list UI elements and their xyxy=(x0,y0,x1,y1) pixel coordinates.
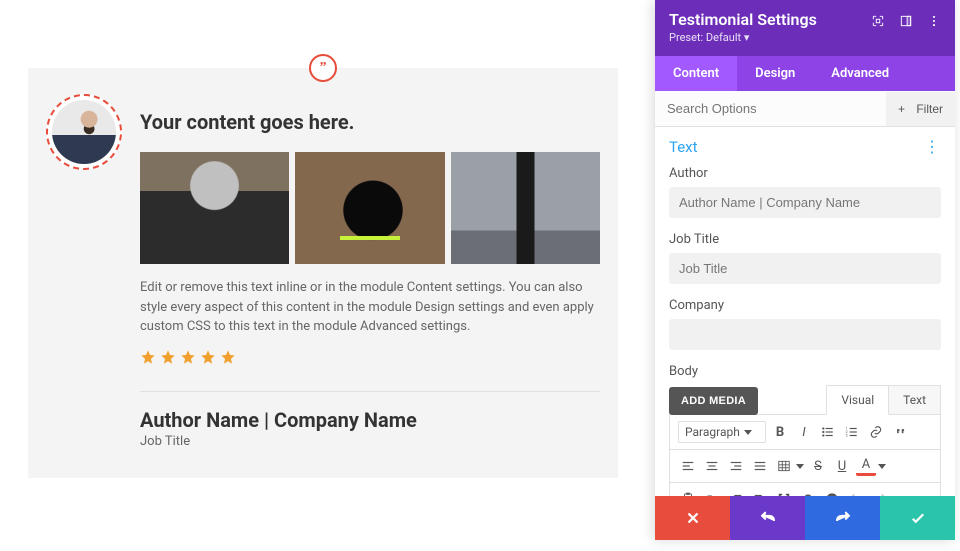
panel-actions xyxy=(655,496,955,540)
table-dropdown-icon[interactable] xyxy=(796,464,804,469)
gallery-image-2[interactable] xyxy=(295,152,444,264)
section-title[interactable]: Text xyxy=(669,138,698,156)
avatar-image xyxy=(52,100,116,164)
text-color-dropdown-icon[interactable] xyxy=(878,464,886,469)
redo-action-button[interactable] xyxy=(805,496,880,540)
redo-button[interactable] xyxy=(870,489,890,496)
align-left-button[interactable] xyxy=(678,456,698,476)
image-gallery xyxy=(140,152,600,264)
table-button[interactable] xyxy=(774,456,794,476)
clear-format-button[interactable]: T xyxy=(702,489,722,496)
italic-button[interactable]: I xyxy=(794,422,814,442)
fullscreen-button[interactable] xyxy=(774,489,794,496)
emoji-button[interactable] xyxy=(822,489,842,496)
tab-content[interactable]: Content xyxy=(655,56,737,91)
link-button[interactable] xyxy=(866,422,886,442)
undo-button[interactable] xyxy=(846,489,866,496)
gallery-image-1[interactable] xyxy=(140,152,289,264)
search-row: + Filter xyxy=(655,91,955,127)
underline-button[interactable]: U xyxy=(832,456,852,476)
blockquote-button[interactable] xyxy=(890,422,910,442)
body-field-label: Body xyxy=(669,364,941,379)
author-field-label: Author xyxy=(669,166,941,181)
editor-tab-visual[interactable]: Visual xyxy=(826,385,889,415)
tab-advanced[interactable]: Advanced xyxy=(813,56,907,91)
gallery-image-3[interactable] xyxy=(451,152,600,264)
bullet-list-button[interactable] xyxy=(818,422,838,442)
focus-icon[interactable] xyxy=(871,14,885,28)
paste-button[interactable] xyxy=(678,489,698,496)
tab-design[interactable]: Design xyxy=(737,56,813,91)
add-media-button[interactable]: ADD MEDIA xyxy=(669,387,758,415)
author-avatar[interactable] xyxy=(46,94,122,170)
company-field-label: Company xyxy=(669,298,941,313)
text-color-button[interactable]: A xyxy=(856,456,876,476)
outdent-button[interactable] xyxy=(726,489,746,496)
job-title-text[interactable]: Job Title xyxy=(140,434,600,449)
strikethrough-button[interactable]: S xyxy=(808,456,828,476)
svg-text:3: 3 xyxy=(846,434,848,438)
editor-tab-text[interactable]: Text xyxy=(889,385,941,415)
snap-icon[interactable] xyxy=(899,14,913,28)
testimonial-preview: ” Your content goes here. Edit or remove… xyxy=(28,68,618,478)
bold-button[interactable]: B xyxy=(770,422,790,442)
job-input[interactable] xyxy=(669,253,941,284)
settings-panel: Testimonial Settings Preset: Default ▾ C… xyxy=(655,0,955,540)
align-right-button[interactable] xyxy=(726,456,746,476)
panel-tabs: Content Design Advanced xyxy=(655,56,955,91)
undo-action-button[interactable] xyxy=(730,496,805,540)
rich-text-editor: Paragraph B I 123 S U xyxy=(669,414,941,496)
job-field-label: Job Title xyxy=(669,232,941,247)
indent-button[interactable] xyxy=(750,489,770,496)
panel-header: Testimonial Settings Preset: Default ▾ xyxy=(655,0,955,56)
divider xyxy=(140,391,600,392)
section-more-icon[interactable]: ⋮ xyxy=(924,137,941,156)
preset-dropdown[interactable]: Preset: Default ▾ xyxy=(669,31,817,44)
special-char-button[interactable] xyxy=(798,489,818,496)
filter-button[interactable]: + Filter xyxy=(886,92,955,126)
quote-icon: ” xyxy=(309,54,337,82)
cancel-button[interactable] xyxy=(655,496,730,540)
more-icon[interactable] xyxy=(927,14,941,28)
align-center-button[interactable] xyxy=(702,456,722,476)
confirm-button[interactable] xyxy=(880,496,955,540)
number-list-button[interactable]: 123 xyxy=(842,422,862,442)
search-input[interactable] xyxy=(655,91,886,126)
author-name[interactable]: Author Name | Company Name xyxy=(140,408,600,432)
company-input[interactable] xyxy=(669,319,941,350)
testimonial-heading[interactable]: Your content goes here. xyxy=(140,110,600,134)
testimonial-description[interactable]: Edit or remove this text inline or in th… xyxy=(140,278,600,337)
align-justify-button[interactable] xyxy=(750,456,770,476)
star-rating xyxy=(140,349,600,365)
paragraph-select[interactable]: Paragraph xyxy=(678,421,766,443)
author-input[interactable] xyxy=(669,187,941,218)
panel-title: Testimonial Settings xyxy=(669,10,817,29)
